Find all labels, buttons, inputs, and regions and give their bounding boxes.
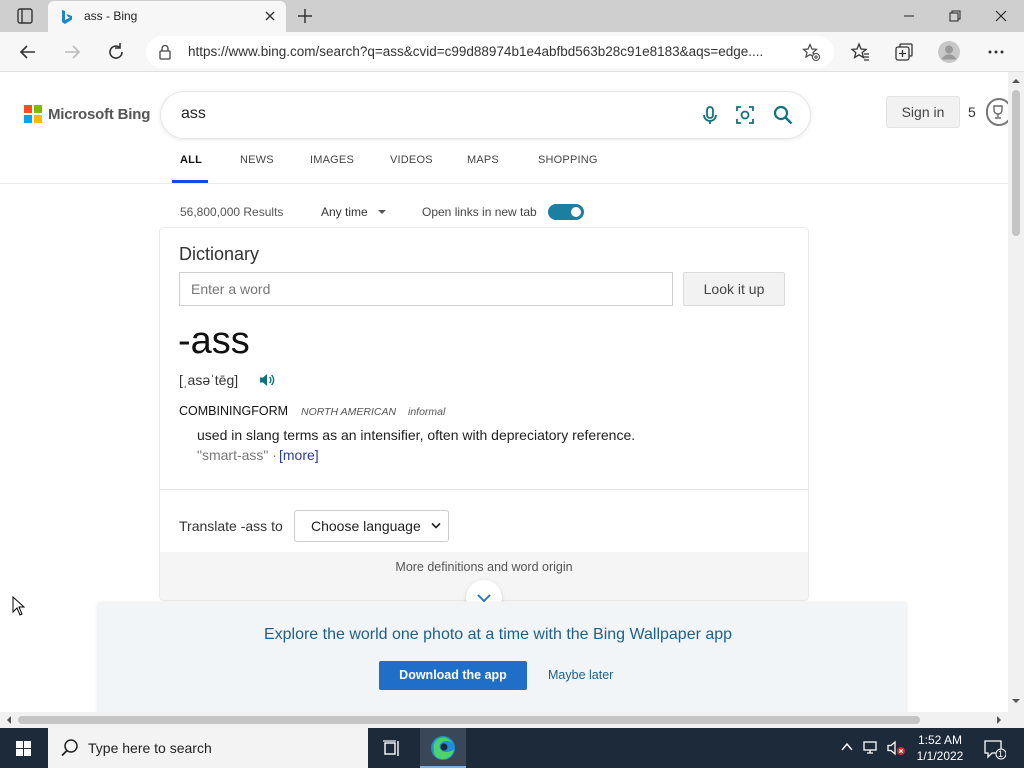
mouse-cursor-icon xyxy=(12,595,26,621)
new-tab-label: Open links in new tab xyxy=(422,205,537,219)
rewards-trophy-icon[interactable] xyxy=(986,98,1008,126)
tray-chevron-up-icon[interactable] xyxy=(840,740,854,759)
sign-in-button[interactable]: Sign in xyxy=(886,96,960,128)
rewards-count[interactable]: 5 xyxy=(968,104,976,120)
time-filter[interactable]: Any time xyxy=(321,205,387,219)
vertical-scroll-thumb[interactable] xyxy=(1012,90,1020,236)
back-icon[interactable] xyxy=(16,40,40,64)
bing-logo[interactable]: Microsoft Bing xyxy=(24,104,150,124)
scroll-up-icon[interactable] xyxy=(1008,74,1024,88)
tab-shopping[interactable]: SHOPPING xyxy=(538,154,598,166)
clock-time: 1:52 AM xyxy=(917,733,963,747)
download-app-button[interactable]: Download the app xyxy=(379,661,527,690)
register-tag: informal xyxy=(408,406,446,418)
scroll-right-icon[interactable] xyxy=(992,712,1006,728)
promo-message: Explore the world one photo at a time wi… xyxy=(263,626,733,643)
add-favorite-icon[interactable] xyxy=(802,43,820,66)
search-input[interactable]: ass xyxy=(181,105,206,123)
taskbar-search-placeholder: Type here to search xyxy=(88,740,212,756)
scrollbar-corner xyxy=(1008,712,1024,728)
tab-videos[interactable]: VIDEOS xyxy=(390,154,433,166)
tab-all[interactable]: ALL xyxy=(180,154,202,166)
favorites-icon[interactable] xyxy=(848,40,872,64)
network-icon[interactable] xyxy=(862,740,880,761)
close-tab-icon[interactable] xyxy=(262,8,278,24)
horizontal-scroll-thumb[interactable] xyxy=(18,716,920,724)
headword: -ass xyxy=(178,320,250,362)
system-clock[interactable]: 1:52 AM 1/1/2022 xyxy=(912,732,968,764)
url-text[interactable]: https://www.bing.com/search?q=ass&cvid=c… xyxy=(188,44,790,59)
tab-maps[interactable]: MAPS xyxy=(467,154,499,166)
horizontal-scrollbar[interactable] xyxy=(0,712,1008,728)
chevron-down-icon xyxy=(431,522,441,529)
new-tab-toggle[interactable] xyxy=(548,204,584,220)
taskbar: Type here to search 1:52 AM 1/1/2022 1 xyxy=(0,728,1024,768)
more-link[interactable]: [more] xyxy=(279,447,319,463)
translate-label: Translate -ass to xyxy=(179,518,283,534)
minimize-icon[interactable] xyxy=(886,0,932,32)
tab-title: ass - Bing xyxy=(84,9,138,23)
speaker-icon[interactable] xyxy=(258,372,276,393)
volume-muted-icon[interactable] xyxy=(886,740,906,761)
search-icon xyxy=(61,739,78,757)
card-divider xyxy=(160,489,808,490)
lock-icon[interactable] xyxy=(158,44,172,65)
tab-news[interactable]: NEWS xyxy=(240,154,274,166)
language-select-value: Choose language xyxy=(311,518,421,534)
task-view-icon[interactable] xyxy=(382,738,402,763)
wallpaper-promo: Explore the world one photo at a time wi… xyxy=(98,602,906,712)
edge-taskbar-icon[interactable] xyxy=(420,728,466,768)
tabs-divider xyxy=(0,183,1008,184)
region-tag: NORTH AMERICAN xyxy=(301,406,397,418)
result-count: 56,800,000 Results xyxy=(180,205,284,219)
example: "smart-ass" · xyxy=(197,447,277,463)
more-menu-icon[interactable] xyxy=(984,40,1008,64)
definition: used in slang terms as an intensifier, o… xyxy=(197,427,636,443)
dictionary-card: Dictionary Enter a word Look it up -ass … xyxy=(160,228,808,616)
notification-center-icon[interactable]: 1 xyxy=(982,738,1007,765)
visual-search-icon[interactable] xyxy=(734,104,756,126)
tab-images[interactable]: IMAGES xyxy=(310,154,354,166)
scroll-down-icon[interactable] xyxy=(1008,694,1024,708)
look-it-up-button[interactable]: Look it up xyxy=(683,272,785,306)
part-of-speech: COMBININGFORM xyxy=(179,404,289,418)
notification-count: 1 xyxy=(998,749,1004,759)
search-icon[interactable] xyxy=(772,104,794,126)
tab-actions-icon[interactable] xyxy=(10,7,38,25)
microsoft-logo-icon xyxy=(24,105,42,123)
maybe-later-link[interactable]: Maybe later xyxy=(548,668,613,682)
pronunciation: [ˌasəˈtēg] xyxy=(179,372,239,388)
time-filter-label: Any time xyxy=(321,205,368,219)
collections-icon[interactable] xyxy=(892,40,916,64)
taskbar-search[interactable]: Type here to search xyxy=(48,728,368,768)
browser-tab[interactable]: ass - Bing xyxy=(48,1,286,32)
dictionary-header: Dictionary xyxy=(179,244,260,264)
windows-start-icon[interactable] xyxy=(0,728,48,768)
forward-icon[interactable] xyxy=(60,40,84,64)
close-window-icon[interactable] xyxy=(978,0,1024,32)
browser-tab-bar: ass - Bing xyxy=(0,0,1024,32)
language-select[interactable]: Choose language xyxy=(294,510,449,542)
bing-favicon-icon xyxy=(60,9,74,25)
restore-icon[interactable] xyxy=(932,0,978,32)
scroll-left-icon[interactable] xyxy=(2,712,16,728)
browser-toolbar: https://www.bing.com/search?q=ass&cvid=c… xyxy=(0,32,1024,72)
brand-name: Microsoft Bing xyxy=(48,105,151,123)
search-box[interactable]: ass xyxy=(161,92,810,138)
new-tab-icon[interactable] xyxy=(295,6,315,26)
microphone-icon[interactable] xyxy=(699,104,721,126)
clock-date: 1/1/2022 xyxy=(916,749,964,763)
page-viewport: Microsoft Bing ass Sign in 5 ALL NEWS IM… xyxy=(0,72,1008,712)
refresh-icon[interactable] xyxy=(104,40,128,64)
vertical-scrollbar[interactable] xyxy=(1008,72,1024,712)
profile-avatar-icon[interactable] xyxy=(937,40,961,64)
word-input[interactable]: Enter a word xyxy=(179,272,673,306)
chevron-down-icon xyxy=(378,210,387,214)
address-bar[interactable]: https://www.bing.com/search?q=ass&cvid=c… xyxy=(146,36,834,68)
